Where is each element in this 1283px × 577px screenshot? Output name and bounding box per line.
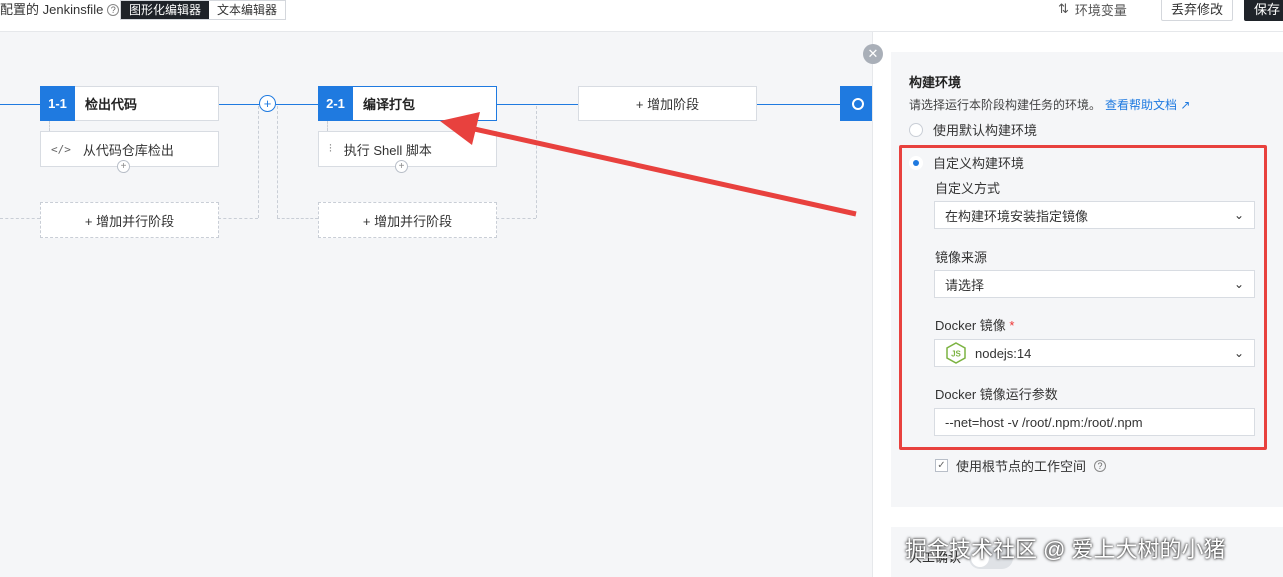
step-connector: [327, 121, 328, 131]
description-text: 请选择运行本阶段构建任务的环境。: [909, 98, 1102, 112]
stage-number: 1-1: [40, 86, 75, 121]
step-connector: [49, 121, 50, 131]
top-bar: 配置的 Jenkinsfile ? 图形化编辑器 文本编辑器 ⇅ 环境变量 丢弃…: [0, 0, 1283, 32]
help-link[interactable]: 查看帮助文档 ↗: [1105, 96, 1190, 113]
connector-line: [496, 104, 578, 105]
save-button[interactable]: 保存: [1244, 0, 1283, 21]
radio-label: 使用默认构建环境: [933, 123, 1038, 138]
section-description: 请选择运行本阶段构建任务的环境。 查看帮助文档 ↗: [909, 96, 1190, 113]
add-step-icon[interactable]: +: [395, 160, 408, 173]
end-node: [840, 86, 875, 121]
step-label: 从代码仓库检出: [82, 142, 174, 158]
parallel-connector: [218, 218, 258, 219]
watermark: 掘金技术社区 @ 爱上大树的小猪: [905, 537, 1226, 562]
checkbox-icon[interactable]: ✓: [935, 459, 948, 472]
parallel-connector: [536, 106, 537, 218]
env-vars-button[interactable]: ⇅ 环境变量: [1058, 0, 1127, 18]
checkbox-label: 使用根节点的工作空间: [956, 459, 1087, 474]
connector-line: [0, 104, 40, 105]
add-stage-button[interactable]: + 增加阶段: [578, 86, 757, 121]
tab-graphic-editor[interactable]: 图形化编辑器: [121, 1, 210, 19]
parallel-connector: [496, 218, 536, 219]
step-checkout[interactable]: </> 从代码仓库检出: [40, 131, 219, 167]
pipeline-title-text: 配置的 Jenkinsfile: [0, 2, 104, 17]
stage-2-1[interactable]: 2-1 编译打包: [318, 86, 497, 121]
pipeline-title: 配置的 Jenkinsfile ?: [0, 0, 120, 20]
help-icon[interactable]: ?: [1094, 459, 1107, 472]
step-shell[interactable]: ⫶ 执行 Shell 脚本: [318, 131, 497, 167]
radio-default-env[interactable]: 使用默认构建环境: [909, 120, 1037, 139]
sliders-icon: ⇅: [1058, 1, 1069, 16]
radio-button[interactable]: [909, 122, 923, 137]
add-step-icon[interactable]: +: [117, 160, 130, 173]
stage-name: 检出代码: [85, 97, 138, 112]
discard-button[interactable]: 丢弃修改: [1161, 0, 1233, 21]
stage-number: 2-1: [318, 86, 353, 121]
section-title: 构建环境: [909, 75, 962, 90]
help-icon[interactable]: ?: [107, 4, 120, 16]
settings-sliders-icon: ⫶: [329, 142, 332, 155]
annotation-highlight-box: [899, 145, 1267, 450]
stage-name: 编译打包: [363, 97, 416, 112]
editor-mode-switch: 图形化编辑器 文本编辑器: [120, 0, 287, 20]
connector-line: [757, 104, 841, 105]
parallel-connector: [258, 106, 259, 218]
add-parallel-stage-button[interactable]: + 增加并行阶段: [318, 202, 497, 238]
connector-line: [276, 104, 318, 105]
add-parallel-stage-button[interactable]: + 增加并行阶段: [40, 202, 219, 238]
parallel-connector: [0, 218, 40, 219]
close-icon[interactable]: ✕: [863, 44, 883, 64]
stage-1-1[interactable]: 1-1 检出代码: [40, 86, 219, 121]
insert-stage-icon[interactable]: +: [259, 95, 276, 112]
code-icon: </>: [51, 142, 71, 156]
tab-text-editor[interactable]: 文本编辑器: [209, 1, 285, 19]
parallel-connector: [277, 106, 278, 218]
env-vars-label: 环境变量: [1074, 2, 1127, 18]
use-root-workspace-checkbox[interactable]: ✓ 使用根节点的工作空间 ?: [935, 456, 1107, 475]
end-icon: [851, 97, 864, 110]
parallel-connector: [277, 218, 318, 219]
step-label: 执行 Shell 脚本: [343, 142, 432, 158]
